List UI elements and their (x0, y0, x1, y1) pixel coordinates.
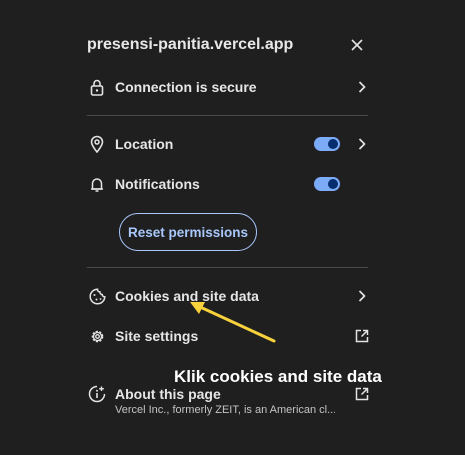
site-info-panel: presensi-panitia.vercel.app Connection i… (0, 0, 465, 455)
annotation-text: Klik cookies and site data (174, 367, 382, 386)
